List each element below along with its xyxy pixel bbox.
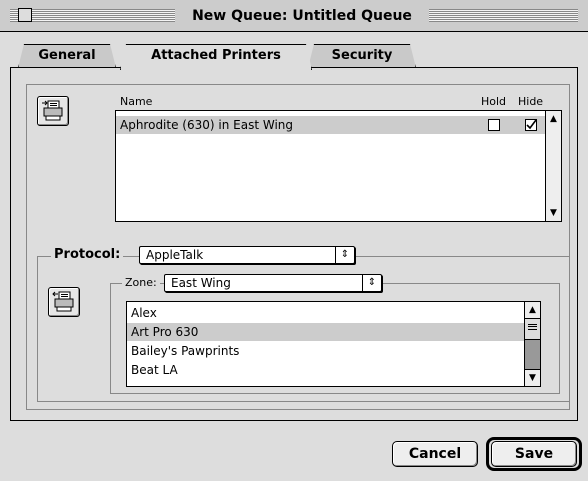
add-printer-button[interactable] [48, 287, 80, 317]
tab-general[interactable]: General [18, 44, 116, 68]
scroll-up-arrow-icon[interactable]: ▲ [525, 302, 540, 319]
list-item[interactable]: Art Pro 630 [127, 323, 524, 341]
tab-attached-printers[interactable]: Attached Printers [120, 44, 312, 70]
list-item[interactable]: Beat LA [127, 361, 524, 379]
save-button[interactable]: Save [491, 441, 577, 467]
remove-printer-button[interactable] [37, 96, 69, 126]
tab-security[interactable]: Security [308, 44, 416, 68]
attached-list-scrollbar[interactable]: ▲ ▼ [545, 111, 561, 221]
attached-printers-list[interactable]: Aphrodite (630) in East Wing ▲ ▼ [115, 110, 562, 222]
scroll-up-arrow-icon[interactable]: ▲ [546, 111, 561, 127]
window-title: New Queue: Untitled Queue [175, 8, 429, 25]
scroll-down-arrow-icon[interactable]: ▼ [525, 369, 540, 386]
hold-checkbox[interactable] [488, 119, 500, 131]
title-bar[interactable]: New Queue: Untitled Queue [0, 0, 588, 32]
zone-value: East Wing [171, 276, 231, 290]
column-header-hold[interactable]: Hold [481, 95, 511, 109]
printer-name: Aphrodite (630) in East Wing [120, 118, 293, 132]
popup-arrows-icon: ⇕ [335, 247, 354, 263]
cancel-button[interactable]: Cancel [392, 441, 478, 467]
close-box[interactable] [18, 8, 32, 22]
zone-popup[interactable]: East Wing ⇕ [164, 274, 382, 292]
checkmark-icon [526, 119, 537, 130]
popup-arrows-icon: ⇕ [362, 275, 381, 291]
list-item[interactable]: Alex [127, 304, 524, 322]
printer-name: Bailey's Pawprints [131, 344, 240, 358]
hide-checkbox[interactable] [525, 119, 537, 131]
list-item[interactable]: Aphrodite (630) in East Wing [116, 116, 548, 134]
zone-label: Zone: [122, 274, 160, 292]
printer-add-icon [52, 291, 74, 312]
list-item[interactable]: Bailey's Pawprints [127, 342, 524, 360]
available-list-scrollbar[interactable]: ▲ ▼ [524, 302, 540, 386]
printer-name: Beat LA [131, 363, 178, 377]
printer-name: Alex [131, 306, 157, 320]
protocol-value: AppleTalk [146, 248, 204, 262]
printer-remove-icon [42, 100, 63, 121]
column-header-hide[interactable]: Hide [518, 95, 548, 109]
column-header-name[interactable]: Name [120, 95, 480, 109]
printer-name: Art Pro 630 [131, 325, 199, 339]
scroll-track[interactable] [525, 340, 540, 370]
available-printers-list[interactable]: Alex Art Pro 630 Bailey's Pawprints Beat… [126, 301, 541, 387]
protocol-popup[interactable]: AppleTalk ⇕ [139, 246, 355, 264]
scroll-down-arrow-icon[interactable]: ▼ [546, 205, 561, 221]
scroll-thumb[interactable] [525, 319, 540, 340]
protocol-label: Protocol: [51, 245, 124, 265]
